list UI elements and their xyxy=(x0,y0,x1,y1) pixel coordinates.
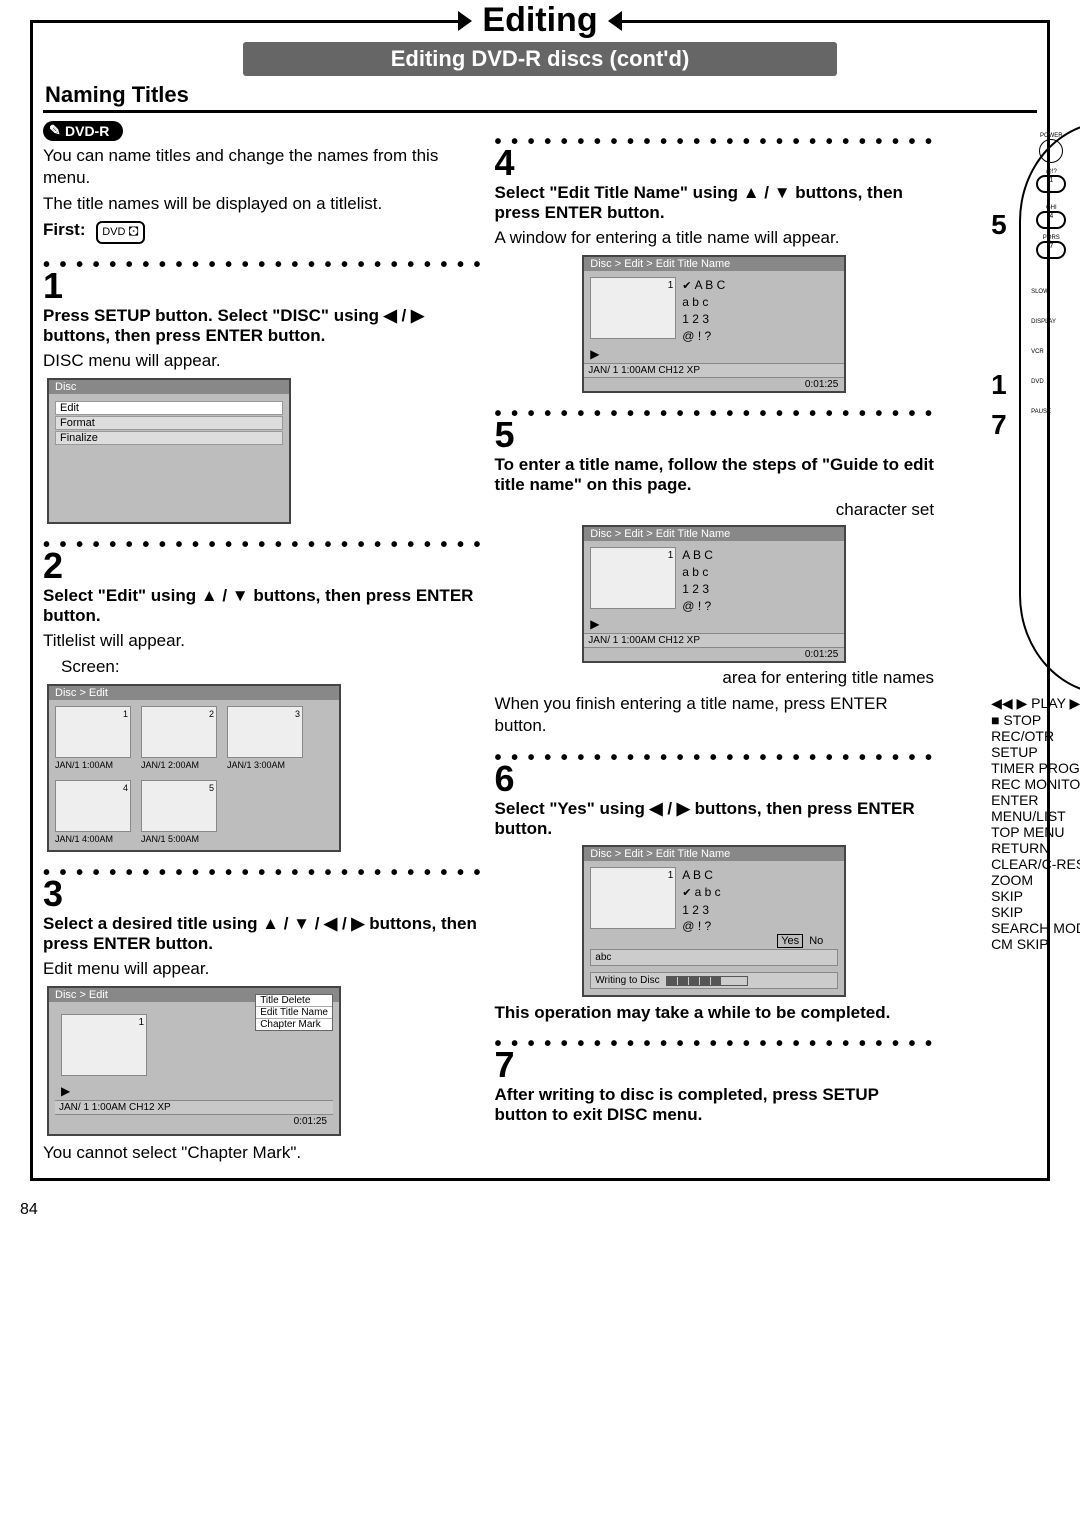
menu-item: Format xyxy=(55,416,283,430)
page-subtitle: Editing DVD-R discs (cont'd) xyxy=(243,42,837,76)
menu-item: Finalize xyxy=(55,431,283,445)
disc-menu-screen: Disc Edit Format Finalize xyxy=(47,378,291,524)
column-1: DVD-R You can name titles and change the… xyxy=(43,121,483,1168)
intro-text-2: The title names will be displayed on a t… xyxy=(43,193,483,215)
divider-dots: • • • • • • • • • • • • • • • • • • • • … xyxy=(495,1033,935,1047)
dvd-disc-icon: DVD 🖸 xyxy=(96,221,144,243)
first-label: First: xyxy=(43,220,86,239)
area-label: area for entering title names xyxy=(495,667,935,689)
screen-titlebar: Disc xyxy=(49,380,289,394)
divider-dots: • • • • • • • • • • • • • • • • • • • • … xyxy=(495,747,935,761)
step-number-5: 5 xyxy=(495,417,935,453)
step-number-2: 2 xyxy=(43,548,483,584)
edit-menu-screen: Disc > Edit 1 Title Delete Edit Title Na… xyxy=(47,986,341,1136)
popup-menu: Title Delete Edit Title Name Chapter Mar… xyxy=(255,994,333,1031)
no-button[interactable]: No xyxy=(806,935,826,947)
screen-titlebar: Disc > Edit > Edit Title Name xyxy=(584,527,844,541)
charset-label: character set xyxy=(495,499,935,521)
step4-heading: Select "Edit Title Name" using ▲ / ▼ but… xyxy=(495,183,935,223)
step3-heading: Select a desired title using ▲ / ▼ / ◀ /… xyxy=(43,914,483,954)
intro-text-1: You can name titles and change the names… xyxy=(43,145,483,189)
step-number-7: 7 xyxy=(495,1047,935,1083)
callout-7: 7 xyxy=(991,409,1007,441)
callout-1: 1 xyxy=(991,369,1007,401)
divider-dots: • • • • • • • • • • • • • • • • • • • • … xyxy=(495,403,935,417)
remote-control-diagram: POWER REC SPEED AUDIO OPEN/CLOSE @!?1 AB… xyxy=(1019,121,1080,695)
step3-note: You cannot select "Chapter Mark". xyxy=(43,1142,483,1164)
step3-body: Edit menu will appear. xyxy=(43,958,483,980)
menu-item: Edit xyxy=(55,401,283,415)
step6-note: This operation may take a while to be co… xyxy=(495,1003,935,1023)
step6-heading: Select "Yes" using ◀ / ▶ buttons, then p… xyxy=(495,799,935,839)
step5-body: When you finish entering a title name, p… xyxy=(495,693,935,737)
edit-title-name-screen: Disc > Edit > Edit Title Name 1 A B C a … xyxy=(582,255,846,393)
screen-label: Screen: xyxy=(43,656,483,678)
column-2: • • • • • • • • • • • • • • • • • • • • … xyxy=(495,121,935,1168)
page-number: 84 xyxy=(20,1201,1080,1219)
section-heading: Naming Titles xyxy=(43,82,1037,113)
dvd-r-badge: DVD-R xyxy=(43,121,123,141)
step1-heading: Press SETUP button. Select "DISC" using … xyxy=(43,306,483,346)
divider-dots: • • • • • • • • • • • • • • • • • • • • … xyxy=(495,131,935,145)
divider-dots: • • • • • • • • • • • • • • • • • • • • … xyxy=(43,254,483,268)
step2-heading: Select "Edit" using ▲ / ▼ buttons, then … xyxy=(43,586,483,626)
playback-time: 0:01:25 xyxy=(55,1115,333,1128)
step4-body: A window for entering a title name will … xyxy=(495,227,935,249)
step1-body: DISC menu will appear. xyxy=(43,350,483,372)
screen-titlebar: Disc > Edit xyxy=(49,686,339,700)
status-line: JAN/ 1 1:00AM CH12 XP xyxy=(55,1100,333,1115)
step-number-1: 1 xyxy=(43,268,483,304)
charset-screen: Disc > Edit > Edit Title Name 1 A B C a … xyxy=(582,525,846,663)
page-title: Editing xyxy=(460,1,619,40)
step2-body: Titlelist will appear. xyxy=(43,630,483,652)
progress-bar xyxy=(666,976,748,986)
step7-heading: After writing to disc is completed, pres… xyxy=(495,1085,935,1125)
confirm-screen: Disc > Edit > Edit Title Name 1 A B C a … xyxy=(582,845,846,997)
screen-titlebar: Disc > Edit > Edit Title Name xyxy=(584,847,844,861)
write-label: Writing to Disc xyxy=(595,975,659,986)
step-number-6: 6 xyxy=(495,761,935,797)
manual-page: Editing Editing DVD-R discs (cont'd) Nam… xyxy=(30,20,1050,1181)
screen-titlebar: Disc > Edit > Edit Title Name xyxy=(584,257,844,271)
step-number-4: 4 xyxy=(495,145,935,181)
step-number-3: 3 xyxy=(43,876,483,912)
divider-dots: • • • • • • • • • • • • • • • • • • • • … xyxy=(43,534,483,548)
divider-dots: • • • • • • • • • • • • • • • • • • • • … xyxy=(43,862,483,876)
callout-5: 5 xyxy=(991,209,1007,241)
step5-heading: To enter a title name, follow the steps … xyxy=(495,455,935,495)
column-3: 5 1 7 1 2 3 4 5 6 POWER REC SPEED AUDIO … xyxy=(946,121,1080,1168)
yes-button[interactable]: Yes xyxy=(777,934,803,948)
titlelist-screen: Disc > Edit 1JAN/1 1:00AM2JAN/1 2:00AM3J… xyxy=(47,684,341,852)
